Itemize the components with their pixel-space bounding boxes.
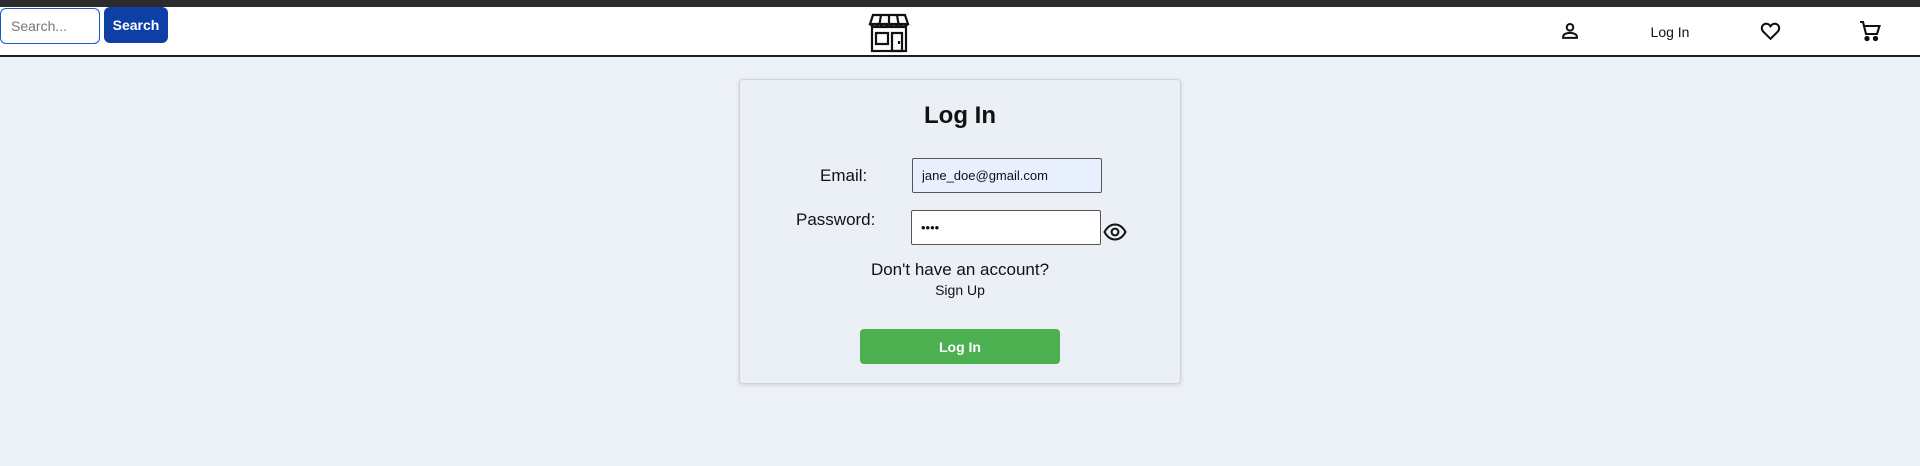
login-card: Log In Email: Password: Don't have an ac… [739,79,1181,384]
cart-icon[interactable] [1857,19,1883,43]
page-title: Log In [924,102,996,129]
email-field[interactable] [912,158,1102,193]
heart-icon[interactable] [1758,19,1782,43]
search-input[interactable] [0,8,100,44]
eye-icon[interactable] [1102,221,1128,243]
person-icon[interactable] [1558,19,1582,43]
email-label: Email: [820,166,868,185]
navbar: Search Log In [0,7,1920,57]
search-button[interactable]: Search [104,7,168,43]
no-account-text: Don't have an account? [870,260,1050,279]
nav-login-link[interactable]: Log In [1640,7,1700,57]
password-label: Password: [796,210,876,229]
storefront-icon[interactable] [868,11,910,53]
top-strip [0,0,1920,7]
login-button[interactable]: Log In [860,329,1060,364]
signup-link[interactable]: Sign Up [740,282,1180,298]
password-field[interactable] [911,210,1101,245]
